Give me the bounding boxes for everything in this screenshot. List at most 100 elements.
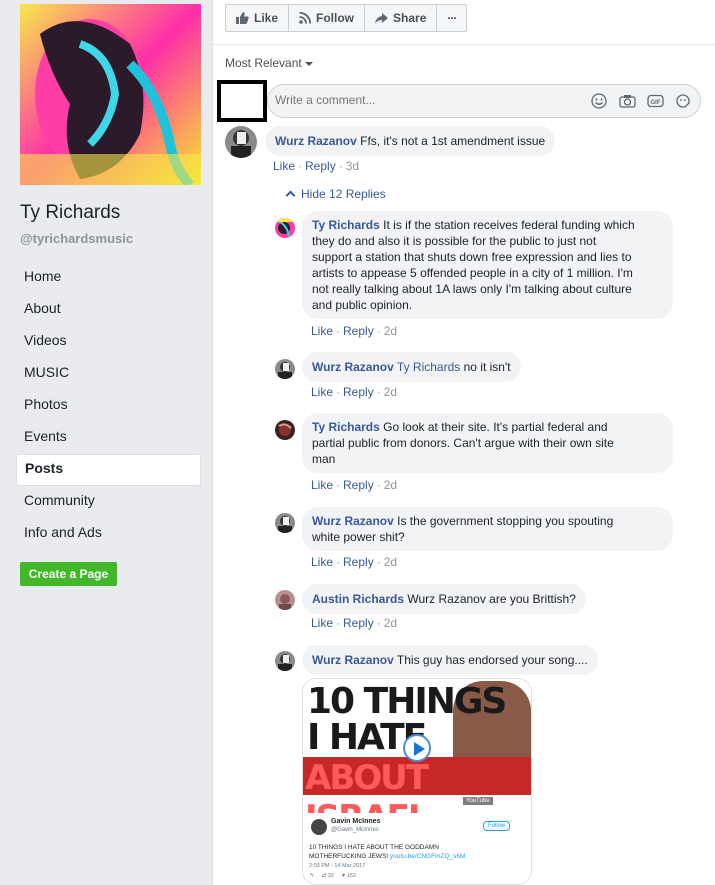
camera-icon[interactable] — [618, 92, 636, 110]
like-link[interactable]: Like — [311, 555, 333, 569]
comment-actions: Like · Reply · 3d — [273, 159, 360, 173]
video-thumbnail[interactable]: 10 THINGS I HATE ABOUT ISRAEL YouTube — [303, 679, 531, 813]
tweet-stats: ↰ ⇄ 32 ♥ 153 — [309, 873, 356, 879]
like-link[interactable]: Like — [273, 159, 295, 173]
emoji-icon[interactable] — [590, 92, 608, 110]
comment-author[interactable]: Austin Richards — [312, 592, 404, 606]
comment-author[interactable]: Ty Richards — [312, 420, 380, 434]
timestamp[interactable]: 2d — [384, 324, 397, 338]
hide-replies-label: Hide 12 Replies — [301, 187, 386, 201]
nav-item-posts[interactable]: Posts — [16, 454, 201, 486]
avatar[interactable] — [275, 218, 295, 238]
comment-bubble: Wurz Razanov Ffs, it's not a 1st amendme… — [265, 126, 556, 156]
comment-text-line: It is if the station receives federal fu… — [383, 218, 635, 232]
hide-replies-link[interactable]: Hide 12 Replies — [285, 187, 386, 201]
sticker-icon[interactable] — [674, 92, 692, 110]
comment-actions: Like · Reply · 2d — [311, 385, 398, 399]
more-options-button[interactable]: ··· — [437, 5, 466, 31]
avatar[interactable] — [275, 590, 295, 610]
retweet-count: ⇄ 32 — [321, 873, 334, 879]
comment-text-line: partial public from donors. Can't argue … — [312, 436, 614, 450]
tweet-text: 10 THINGS I HATE ABOUT THE GODDAMN MOTHE… — [309, 843, 519, 861]
comment-text-line: they do and also it is possible for the … — [312, 234, 597, 248]
comment-text-line: not really talking about 1A laws only I'… — [312, 282, 632, 296]
timestamp[interactable]: 2d — [384, 616, 397, 630]
page-title[interactable]: Ty Richards — [20, 202, 120, 224]
reply-link[interactable]: Reply — [343, 385, 374, 399]
nav-item-home[interactable]: Home — [16, 262, 201, 294]
comment-author[interactable]: Wurz Razanov — [312, 514, 394, 528]
tweet-link: youtu.be/CNGFmZQ_s6M — [389, 853, 466, 860]
follow-page-button[interactable]: Follow — [289, 5, 366, 31]
reply-link[interactable]: Reply — [305, 159, 336, 173]
timestamp[interactable]: 2d — [384, 385, 397, 399]
avatar[interactable] — [275, 513, 295, 533]
comment-bubble: Ty Richards It is if the station receive… — [302, 211, 673, 319]
sort-label: Most Relevant — [225, 56, 302, 70]
timestamp[interactable]: 3d — [346, 159, 359, 173]
profile-picture[interactable] — [20, 4, 201, 185]
nav-item-info-and-ads[interactable]: Info and Ads — [16, 518, 201, 550]
tweet-avatar — [311, 819, 327, 835]
avatar[interactable] — [225, 126, 257, 158]
comment-author[interactable]: Ty Richards — [312, 218, 380, 232]
avatar[interactable] — [275, 420, 295, 440]
nav-item-events[interactable]: Events — [16, 422, 201, 454]
page-nav: Home About Videos MUSIC Photos Events Po… — [16, 262, 201, 550]
page-handle[interactable]: @tyrichardsmusic — [20, 231, 133, 246]
share-arrow-icon — [375, 12, 389, 24]
more-dots-icon: ··· — [447, 11, 457, 25]
comment-text-line: support a station that shuts down free e… — [312, 250, 632, 264]
follow-label: Follow — [316, 11, 355, 25]
share-label: Share — [393, 11, 427, 25]
timestamp[interactable]: 2d — [384, 555, 397, 569]
comment-text-line: man — [312, 452, 336, 466]
nav-item-photos[interactable]: Photos — [16, 390, 201, 422]
composer-icons: GIF — [590, 92, 692, 110]
nav-item-community[interactable]: Community — [16, 486, 201, 518]
tweet-author-name: Gavin McInnes — [331, 818, 381, 825]
nav-item-music[interactable]: MUSIC — [16, 358, 201, 390]
comment-input[interactable] — [275, 93, 575, 107]
comment-composer[interactable]: GIF — [267, 84, 701, 118]
share-button[interactable]: Share — [365, 5, 438, 31]
comment-actions: Like · Reply · 2d — [311, 324, 398, 338]
caret-down-icon — [304, 61, 313, 66]
comment-text: This guy has endorsed your song.... — [396, 653, 588, 667]
like-page-button[interactable]: Like — [226, 5, 290, 31]
comment-author[interactable]: Wurz Razanov — [312, 360, 394, 374]
svg-text:GIF: GIF — [650, 100, 660, 106]
create-page-button[interactable]: Create a Page — [20, 562, 117, 586]
comment-author[interactable]: Wurz Razanov — [312, 653, 394, 667]
reply-link[interactable]: Reply — [343, 555, 374, 569]
reply-link[interactable]: Reply — [343, 616, 374, 630]
like-label: Like — [254, 11, 279, 25]
timestamp[interactable]: 2d — [384, 478, 397, 492]
avatar[interactable] — [275, 359, 295, 379]
like-link[interactable]: Like — [311, 324, 333, 338]
comment-bubble: Wurz Razanov Ty Richards no it isn't — [302, 352, 521, 382]
reply-link[interactable]: Reply — [343, 478, 374, 492]
play-icon[interactable] — [403, 734, 431, 762]
reply-link[interactable]: Reply — [343, 324, 374, 338]
like-link[interactable]: Like — [311, 616, 333, 630]
comment-text: no it isn't — [463, 360, 511, 374]
divider — [213, 44, 715, 45]
comment-author[interactable]: Wurz Razanov — [275, 134, 357, 148]
comment-bubble: Ty Richards Go look at their site. It's … — [302, 413, 673, 473]
embedded-image[interactable]: 10 THINGS I HATE ABOUT ISRAEL YouTube Ga… — [302, 678, 532, 885]
comment-actions: Like · Reply · 2d — [311, 555, 398, 569]
like-link[interactable]: Like — [311, 385, 333, 399]
like-link[interactable]: Like — [311, 478, 333, 492]
comment-sort-dropdown[interactable]: Most Relevant — [225, 56, 313, 70]
post-action-bar: Like Follow Share ··· — [225, 4, 468, 32]
mention-link[interactable]: Ty Richards — [397, 360, 460, 374]
thumbnail-title-line3: ABOUT ISRAEL — [305, 758, 430, 813]
nav-item-videos[interactable]: Videos — [16, 326, 201, 358]
avatar[interactable] — [275, 651, 295, 671]
nav-item-about[interactable]: About — [16, 294, 201, 326]
page-sidebar: Ty Richards @tyrichardsmusic Home About … — [0, 0, 212, 885]
tweet-author-handle: @Gavin_McInnes — [331, 827, 379, 833]
redacted-avatar — [217, 80, 267, 122]
gif-icon[interactable]: GIF — [646, 92, 664, 110]
